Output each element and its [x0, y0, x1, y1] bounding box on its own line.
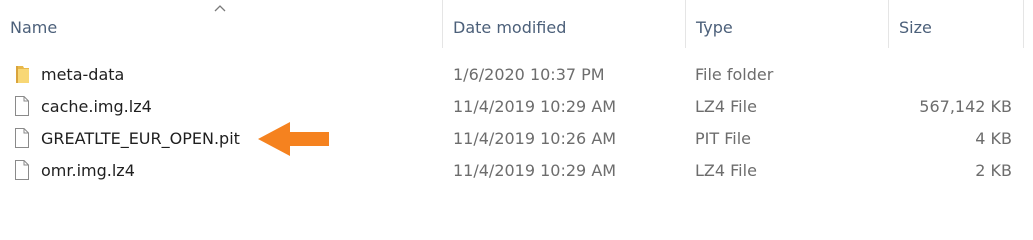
- file-icon: [15, 128, 29, 148]
- file-size: 4 KB: [975, 129, 1012, 148]
- column-header-bar: Name Date modified Type Size: [0, 0, 1033, 50]
- file-type: LZ4 File: [695, 161, 757, 180]
- file-name: GREATLTE_EUR_OPEN.pit: [41, 129, 240, 148]
- file-icon: [15, 96, 29, 116]
- file-name: cache.img.lz4: [41, 97, 152, 116]
- column-header-type[interactable]: Type: [686, 0, 888, 50]
- file-icon: [15, 160, 29, 180]
- file-date-modified: 11/4/2019 10:29 AM: [453, 97, 617, 116]
- file-date-modified: 11/4/2019 10:29 AM: [453, 161, 617, 180]
- column-header-size[interactable]: Size: [889, 0, 1024, 50]
- file-row-cache-img-lz4[interactable]: cache.img.lz4 11/4/2019 10:29 AM LZ4 Fil…: [0, 91, 1033, 123]
- file-name: omr.img.lz4: [41, 161, 135, 180]
- column-header-date-modified[interactable]: Date modified: [443, 0, 685, 50]
- file-type: LZ4 File: [695, 97, 757, 116]
- file-name: meta-data: [41, 65, 125, 84]
- arrow-left-icon: [258, 122, 329, 156]
- file-date-modified: 1/6/2020 10:37 PM: [453, 65, 605, 84]
- file-list: Name Date modified Type Size meta-data 1…: [0, 0, 1033, 209]
- column-divider[interactable]: [1023, 0, 1024, 48]
- file-date-modified: 11/4/2019 10:26 AM: [453, 129, 617, 148]
- file-row-omr-img-lz4[interactable]: omr.img.lz4 11/4/2019 10:29 AM LZ4 File …: [0, 155, 1033, 187]
- file-size: 567,142 KB: [919, 97, 1012, 116]
- column-header-name[interactable]: Name: [10, 0, 442, 50]
- file-row-greatlte-eur-open-pit[interactable]: GREATLTE_EUR_OPEN.pit 11/4/2019 10:26 AM…: [0, 123, 1033, 155]
- file-size: 2 KB: [975, 161, 1012, 180]
- file-type: PIT File: [695, 129, 751, 148]
- folder-icon: [16, 66, 29, 83]
- file-type: File folder: [695, 65, 774, 84]
- file-row-meta-data[interactable]: meta-data 1/6/2020 10:37 PM File folder: [0, 59, 1033, 91]
